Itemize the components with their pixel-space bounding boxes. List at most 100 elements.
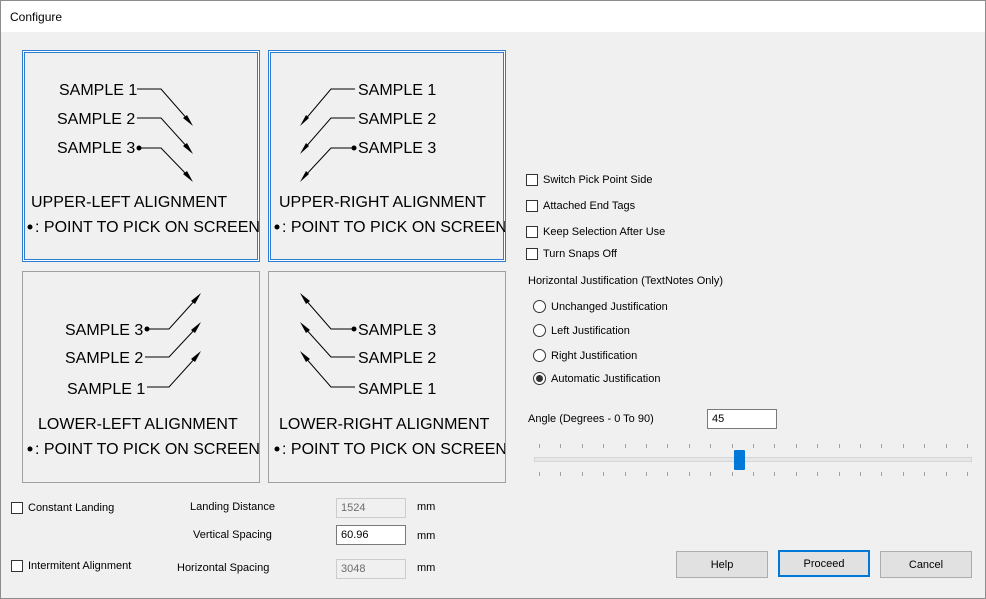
slider-tick xyxy=(646,444,647,448)
radio-label: Left Justification xyxy=(551,324,630,337)
leader-lines xyxy=(303,88,355,178)
checkbox-box[interactable] xyxy=(526,226,538,238)
alignment-title: LOWER-LEFT ALIGNMENT xyxy=(38,416,238,433)
window-title: Configure xyxy=(10,10,63,24)
vertical-spacing-label: Vertical Spacing xyxy=(193,529,272,541)
radio-label: Automatic Justification xyxy=(551,372,661,385)
lower-left-alignment-panel[interactable]: SAMPLE 3 SAMPLE 2 SAMPLE 1 LOWER-LEFT AL… xyxy=(22,271,260,483)
radio-automatic-justification[interactable]: Automatic Justification xyxy=(533,372,660,385)
slider-tick xyxy=(646,472,647,476)
radio-unchanged-justification[interactable]: Unchanged Justification xyxy=(533,300,668,313)
upper-left-alignment-diagram: SAMPLE 1 SAMPLE 2 SAMPLE 3 UPPER-LEFT AL… xyxy=(27,82,259,236)
checkbox-box[interactable] xyxy=(526,248,538,260)
alignment-title: LOWER-RIGHT ALIGNMENT xyxy=(279,416,490,433)
slider-ticks-top xyxy=(534,444,972,448)
intermitent-alignment-checkbox[interactable]: Intermitent Alignment xyxy=(11,560,131,572)
slider-tick xyxy=(581,472,583,476)
slider-tick xyxy=(860,472,861,476)
slider-tick xyxy=(753,472,754,476)
help-button[interactable]: Help xyxy=(676,551,768,578)
justification-heading: Horizontal Justification (TextNotes Only… xyxy=(528,275,724,287)
proceed-button[interactable]: Proceed xyxy=(778,550,870,577)
angle-input[interactable] xyxy=(707,409,777,429)
radio-right-justification[interactable]: Right Justification xyxy=(533,349,637,362)
horizontal-spacing-label: Horizontal Spacing xyxy=(177,562,270,574)
slider-tick xyxy=(945,472,947,476)
slider-tick xyxy=(753,444,754,448)
landing-distance-input[interactable] xyxy=(336,498,406,518)
checkbox-box[interactable] xyxy=(11,502,23,514)
slider-tick xyxy=(667,472,669,476)
slider-tick xyxy=(560,444,562,448)
slider-tick xyxy=(967,472,968,476)
legend-text: : POINT TO PICK ON SCREEN xyxy=(282,219,506,236)
keep-selection-after-use-checkbox[interactable]: Keep Selection After Use xyxy=(526,226,665,238)
sample-text-1: SAMPLE 1 xyxy=(67,381,145,398)
radio-button[interactable] xyxy=(533,349,546,362)
leader-lines xyxy=(137,88,190,178)
constant-landing-checkbox[interactable]: Constant Landing xyxy=(11,502,114,514)
checkbox-label: Turn Snaps Off xyxy=(543,248,617,260)
sample-text-1: SAMPLE 1 xyxy=(59,82,137,99)
title-bar: Configure xyxy=(1,1,985,32)
radio-label: Right Justification xyxy=(551,349,638,362)
radio-left-justification[interactable]: Left Justification xyxy=(533,324,630,337)
slider-tick xyxy=(924,472,926,476)
slider-tick xyxy=(560,472,562,476)
turn-snaps-off-checkbox[interactable]: Turn Snaps Off xyxy=(526,248,617,260)
checkbox-label: Attached End Tags xyxy=(543,200,636,212)
arrowheads xyxy=(300,115,309,182)
switch-pick-point-side-checkbox[interactable]: Switch Pick Point Side xyxy=(526,174,652,186)
pick-point-dot xyxy=(136,145,142,151)
upper-left-alignment-panel[interactable]: SAMPLE 1 SAMPLE 2 SAMPLE 3 UPPER-LEFT AL… xyxy=(22,50,260,262)
angle-slider-thumb[interactable] xyxy=(734,450,745,470)
slider-tick xyxy=(539,444,540,448)
alignment-title: UPPER-LEFT ALIGNMENT xyxy=(31,194,227,211)
slider-tick xyxy=(795,444,797,448)
cancel-button[interactable]: Cancel xyxy=(880,551,972,578)
pick-point-dot xyxy=(144,326,150,332)
horizontal-spacing-unit: mm xyxy=(417,562,436,574)
lower-left-alignment-diagram: SAMPLE 3 SAMPLE 2 SAMPLE 1 LOWER-LEFT AL… xyxy=(27,293,259,458)
landing-distance-label: Landing Distance xyxy=(190,501,276,513)
pick-point-dot xyxy=(351,326,357,332)
slider-tick xyxy=(624,444,626,448)
checkbox-label: Switch Pick Point Side xyxy=(543,174,653,186)
vertical-spacing-unit: mm xyxy=(417,530,436,542)
sample-text-3: SAMPLE 3 xyxy=(57,140,135,157)
slider-tick xyxy=(902,472,904,476)
upper-right-alignment-panel[interactable]: SAMPLE 1 SAMPLE 2 SAMPLE 3 UPPER-RIGHT A… xyxy=(268,50,506,262)
upper-right-alignment-diagram: SAMPLE 1 SAMPLE 2 SAMPLE 3 UPPER-RIGHT A… xyxy=(274,82,506,236)
attached-end-tags-checkbox[interactable]: Attached End Tags xyxy=(526,200,635,212)
legend-text: : POINT TO PICK ON SCREEN xyxy=(282,441,506,458)
sample-text-3: SAMPLE 3 xyxy=(358,322,436,339)
slider-tick xyxy=(710,444,712,448)
pick-point-dot xyxy=(351,145,357,151)
sample-text-2: SAMPLE 2 xyxy=(358,111,436,128)
sample-text-2: SAMPLE 2 xyxy=(57,111,135,128)
checkbox-label: Keep Selection After Use xyxy=(543,226,666,238)
checkbox-box[interactable] xyxy=(11,560,23,572)
slider-tick xyxy=(731,444,733,448)
alignment-title: UPPER-RIGHT ALIGNMENT xyxy=(279,194,486,211)
checkbox-box[interactable] xyxy=(526,174,538,186)
angle-label: Angle (Degrees - 0 To 90) xyxy=(528,413,654,425)
sample-text-2: SAMPLE 2 xyxy=(358,350,436,367)
sample-text-3: SAMPLE 3 xyxy=(65,322,143,339)
slider-tick xyxy=(539,472,540,476)
radio-button[interactable] xyxy=(533,300,546,313)
configure-dialog: Configure SAMPLE 1 SAMPLE 2 SAMPLE 3 UPP… xyxy=(0,0,986,599)
radio-label: Unchanged Justification xyxy=(551,300,668,313)
radio-button-selected[interactable] xyxy=(533,372,546,385)
legend-dot xyxy=(27,224,33,230)
legend-dot xyxy=(274,224,280,230)
checkbox-box[interactable] xyxy=(526,200,538,212)
horizontal-spacing-input[interactable] xyxy=(336,559,406,579)
slider-tick xyxy=(881,444,883,448)
vertical-spacing-input[interactable] xyxy=(336,525,406,545)
slider-tick xyxy=(967,444,968,448)
angle-slider-track[interactable] xyxy=(534,457,972,462)
radio-button[interactable] xyxy=(533,324,546,337)
slider-tick xyxy=(902,444,904,448)
lower-right-alignment-panel[interactable]: SAMPLE 3 SAMPLE 2 SAMPLE 1 LOWER-RIGHT A… xyxy=(268,271,506,483)
